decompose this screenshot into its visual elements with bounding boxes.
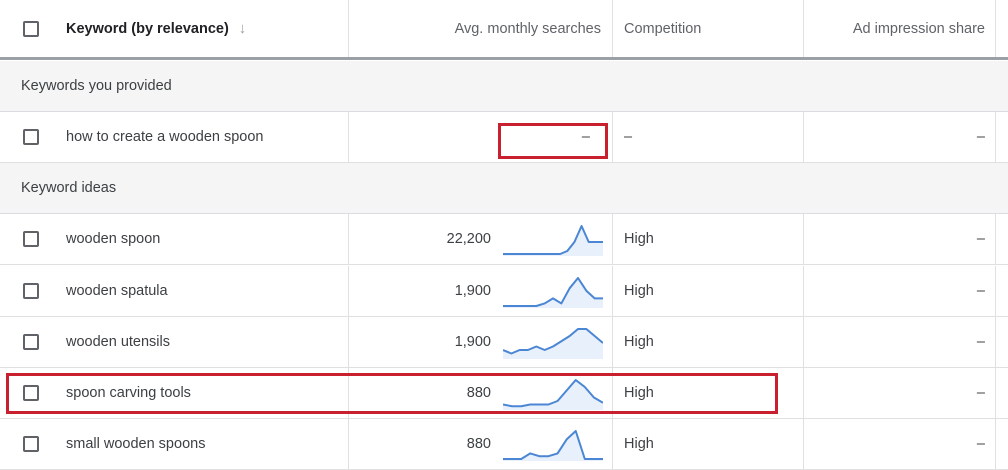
checkbox-box[interactable] [23,283,39,299]
table-header: Keyword (by relevance) ↓ Avg. monthly se… [0,0,1008,60]
ad-share-cell: – [804,266,996,316]
keyword-column-label[interactable]: Keyword (by relevance) [66,21,229,37]
trend-sparkline [503,379,603,410]
trend-sparkline [503,430,603,461]
avg-value: 880 [466,385,491,401]
ad-share-cell: – [804,317,996,367]
trend-sparkline [503,328,603,359]
competition-cell: High [613,419,804,469]
competition-cell: High [613,317,804,367]
group-row-provided: Keywords you provided [0,61,1008,112]
competition-header[interactable]: Competition [613,0,804,57]
competition-cell: High [613,214,804,264]
checkbox-box[interactable] [23,385,39,401]
sparkline-area [503,431,603,461]
ad-share-cell: – [804,419,996,469]
ad-share-cell: – [804,368,996,418]
checkbox-box[interactable] [23,231,39,247]
checkbox-box[interactable] [23,334,39,350]
checkbox-box[interactable] [23,129,39,145]
table-row[interactable]: how to create a wooden spoon – – – [0,112,1008,163]
competition-cell: – [613,112,804,162]
keyword-cell: wooden spoon [60,214,349,264]
row-checkbox[interactable] [0,368,60,418]
keyword-cell: small wooden spoons [60,419,349,469]
table-row[interactable]: wooden spoon 22,200 High – [0,214,1008,265]
table-row[interactable]: spoon carving tools 880 High – [0,368,1008,419]
row-checkbox[interactable] [0,266,60,316]
avg-cell: 1,900 [349,266,613,316]
competition-cell: High [613,368,804,418]
keyword-cell: spoon carving tools [60,368,349,418]
ad-share-cell: – [804,214,996,264]
table-row[interactable]: wooden spatula 1,900 High – [0,266,1008,317]
keyword-cell: how to create a wooden spoon [60,112,349,162]
row-checkbox[interactable] [0,419,60,469]
group-label: Keyword ideas [21,180,117,196]
competition-cell: High [613,266,804,316]
row-checkbox[interactable] [0,214,60,264]
checkbox-box[interactable] [23,436,39,452]
ad-impression-share-header[interactable]: Ad impression share [804,0,996,57]
avg-monthly-searches-header[interactable]: Avg. monthly searches [349,0,613,57]
avg-cell: 880 [349,419,613,469]
sparkline-area [503,329,603,359]
trend-sparkline [503,225,603,256]
avg-value: 1,900 [454,283,491,299]
avg-cell: 1,900 [349,317,613,367]
table-row[interactable]: wooden utensils 1,900 High – [0,317,1008,368]
keyword-cell: wooden spatula [60,266,349,316]
group-label: Keywords you provided [21,78,172,94]
group-row-ideas: Keyword ideas [0,163,1008,214]
keyword-column-header[interactable]: Keyword (by relevance) ↓ [60,0,349,57]
avg-cell: 880 [349,368,613,418]
avg-value: 1,900 [454,334,491,350]
avg-cell: – [349,112,613,162]
table-row[interactable]: small wooden spoons 880 High – [0,419,1008,470]
row-checkbox[interactable] [0,112,60,162]
checkbox-box[interactable] [23,20,39,37]
keyword-cell: wooden utensils [60,317,349,367]
row-checkbox[interactable] [0,317,60,367]
avg-value: – [581,129,590,145]
trend-sparkline [503,277,603,308]
avg-cell: 22,200 [349,214,613,264]
avg-value: 880 [466,436,491,452]
sparkline-line [503,430,603,460]
ad-share-cell: – [804,112,996,162]
select-all-checkbox[interactable] [0,0,60,57]
avg-value: 22,200 [446,231,491,247]
sort-arrow-down-icon[interactable]: ↓ [239,20,247,37]
